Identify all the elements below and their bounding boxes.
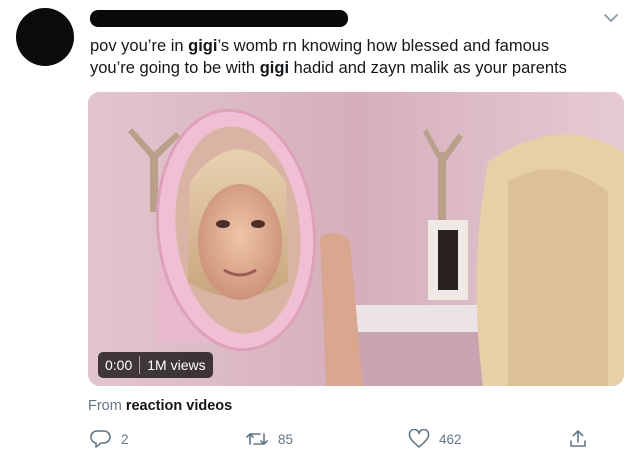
reply-icon: [90, 430, 111, 448]
reply-count: 2: [121, 431, 129, 447]
tweet-text-segment: pov you’re in: [90, 37, 189, 55]
tweet-highlight: gigi: [259, 59, 290, 77]
retweet-count: 85: [278, 431, 294, 447]
like-count: 462: [439, 431, 462, 447]
source-link[interactable]: reaction videos: [126, 398, 232, 414]
tweet-text-segment: you’re going to be with: [90, 59, 260, 77]
tweet-line-2: you’re going to be with gigi hadid and z…: [90, 57, 620, 79]
tweet-text: pov you’re in gigi’s womb rn knowing how…: [90, 35, 620, 79]
source-prefix: From: [88, 398, 122, 414]
tweet-text-segment: hadid and zayn malik as your parents: [289, 59, 567, 77]
tweet-highlight: gigi: [188, 37, 218, 55]
like-icon: [408, 429, 430, 448]
avatar[interactable]: [16, 8, 74, 66]
share-button[interactable]: [568, 429, 588, 449]
video-time: 0:00: [105, 357, 133, 373]
tweet-line-1: pov you’re in gigi’s womb rn knowing how…: [90, 35, 620, 57]
reply-button[interactable]: 2: [90, 429, 129, 449]
video-player[interactable]: 0:00 1M views: [88, 92, 624, 386]
video-frame: [88, 92, 624, 386]
like-button[interactable]: 462: [408, 429, 462, 449]
redacted-username: [90, 10, 348, 27]
retweet-button[interactable]: 85: [245, 429, 293, 449]
share-icon: [570, 430, 586, 447]
chevron-down-icon[interactable]: [603, 10, 619, 26]
retweet-icon: [246, 433, 268, 445]
video-views: 1M views: [147, 357, 206, 373]
media-source: From reaction videos: [88, 398, 232, 414]
tweet-text-segment: ’s womb rn knowing how blessed and famou…: [217, 37, 550, 55]
video-info-badge: 0:00 1M views: [98, 352, 213, 378]
